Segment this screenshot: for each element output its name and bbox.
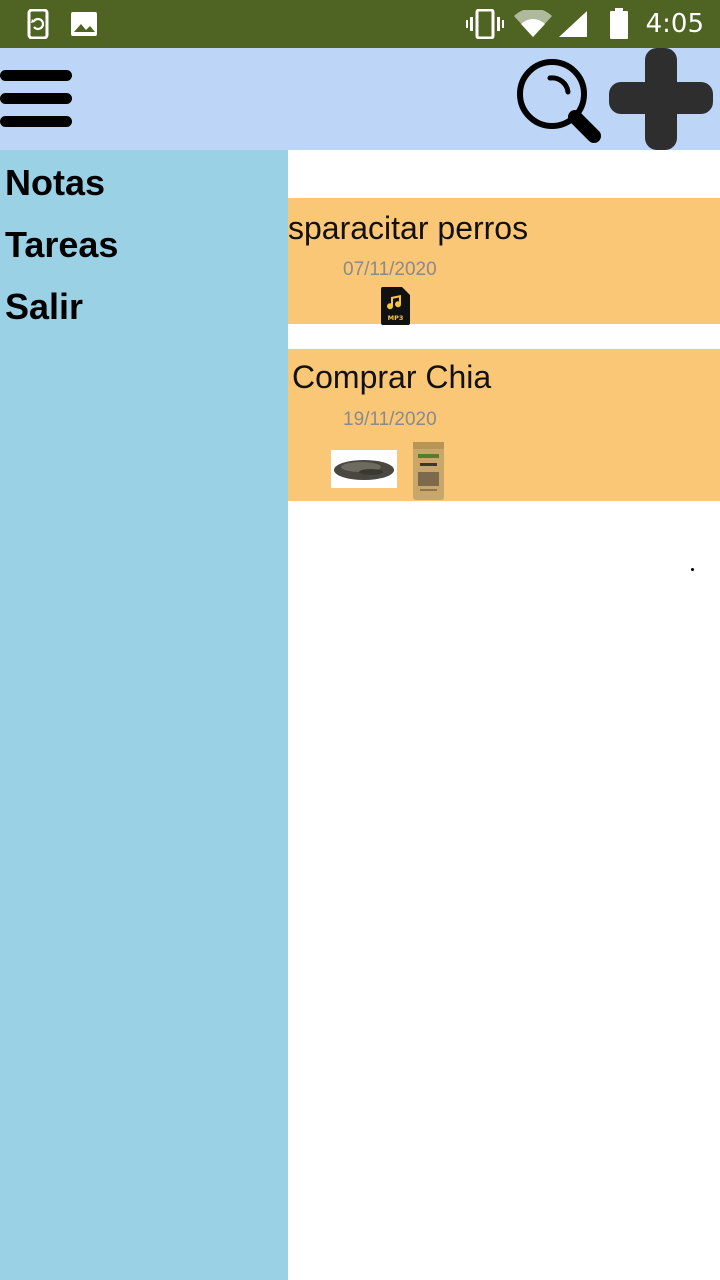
drawer-item-salir[interactable]: Salir xyxy=(5,285,83,329)
notes-list: sparacitar perros 07/11/2020 MP3 Comprar… xyxy=(288,150,720,1280)
note-card[interactable]: Comprar Chia 19/11/2020 xyxy=(288,349,720,501)
note-title: Comprar Chia xyxy=(292,359,492,395)
vibrate-icon xyxy=(466,9,504,39)
status-bar: 4:05 xyxy=(0,0,720,48)
app-bar xyxy=(0,48,720,150)
svg-text:MP3: MP3 xyxy=(388,314,404,322)
note-title: sparacitar perros xyxy=(288,210,529,246)
navigation-drawer: Notas Tareas Salir xyxy=(0,150,288,1280)
chia-seeds-image[interactable] xyxy=(331,450,397,488)
screen-rotate-icon xyxy=(27,9,49,39)
image-icon xyxy=(71,12,97,36)
drawer-item-notas[interactable]: Notas xyxy=(5,161,105,205)
stray-dot xyxy=(691,568,694,571)
add-icon[interactable] xyxy=(609,48,713,150)
drawer-item-tareas[interactable]: Tareas xyxy=(5,223,118,267)
note-date: 07/11/2020 xyxy=(343,259,437,280)
menu-icon[interactable] xyxy=(0,68,74,130)
status-time: 4:05 xyxy=(645,9,704,39)
wifi-icon xyxy=(514,10,552,37)
search-icon[interactable] xyxy=(514,54,606,146)
signal-icon xyxy=(559,11,587,37)
battery-icon xyxy=(610,8,628,39)
note-date: 19/11/2020 xyxy=(343,409,437,430)
chia-package-image[interactable] xyxy=(410,439,447,501)
mp3-file-icon[interactable]: MP3 xyxy=(381,287,410,325)
note-card[interactable]: sparacitar perros 07/11/2020 MP3 xyxy=(288,198,720,325)
